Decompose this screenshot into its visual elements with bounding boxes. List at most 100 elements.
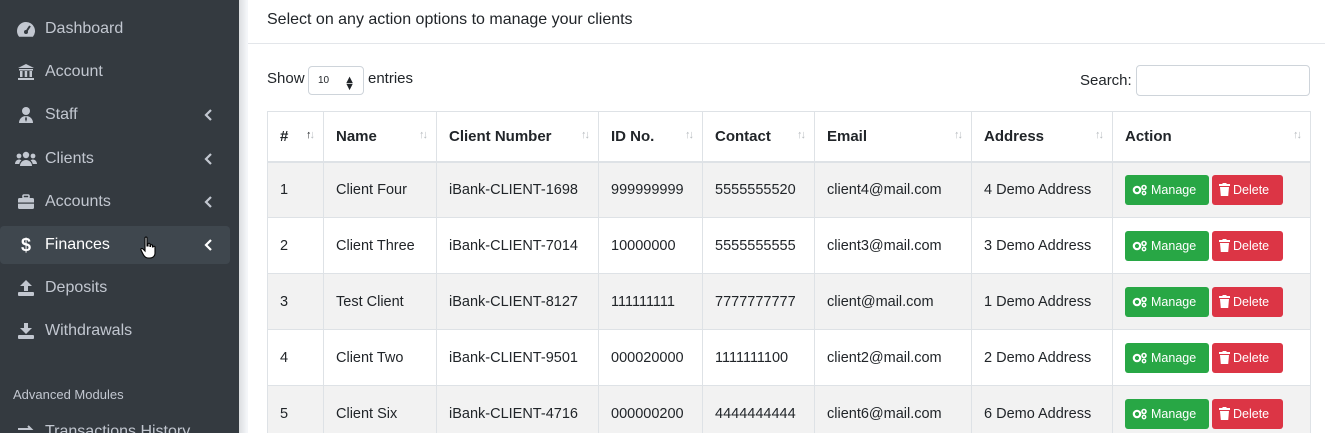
manage-button-label: Manage <box>1151 406 1197 421</box>
entries-label: entries <box>368 70 414 87</box>
sort-icon: ↑↓ <box>797 129 806 141</box>
column-header-label: Name <box>336 127 377 145</box>
chevron-left-icon <box>204 239 216 251</box>
sidebar-item-staff[interactable]: Staff <box>0 96 230 134</box>
cell-number: 3 <box>267 273 324 330</box>
sidebar-item-withdrawals[interactable]: Withdrawals <box>0 312 230 350</box>
cell-number: 1 <box>267 161 324 218</box>
column-header-action[interactable]: Action ↑↓ <box>1112 111 1311 163</box>
sidebar-item-dashboard[interactable]: Dashboard <box>0 10 230 48</box>
column-header-number[interactable]: # ↑↓ <box>267 111 324 163</box>
search-input[interactable] <box>1136 65 1310 96</box>
cell-address: 4 Demo Address <box>971 161 1113 218</box>
column-header-label: Address <box>984 127 1045 145</box>
trash-icon <box>1219 183 1230 197</box>
show-label: Show <box>267 70 305 87</box>
cell-id-no: 999999999 <box>598 161 703 218</box>
column-header-id-no[interactable]: ID No. ↑↓ <box>598 111 703 163</box>
cell-email: client6@mail.com <box>814 385 972 433</box>
chevron-left-icon <box>204 109 216 121</box>
table-row: 5 Client Six iBank-CLIENT-4716 000000200… <box>267 385 1311 433</box>
trash-icon <box>1219 351 1230 364</box>
sidebar-item-transactions-history[interactable]: Transactions History <box>15 422 190 433</box>
cell-action: Manage Delete <box>1112 385 1311 433</box>
download-icon <box>15 322 37 340</box>
delete-button[interactable]: Delete <box>1212 286 1283 317</box>
cell-number: 5 <box>267 385 324 433</box>
sidebar-item-accounts[interactable]: Accounts <box>0 183 230 221</box>
manage-button[interactable]: Manage <box>1125 286 1209 317</box>
column-header-client-number[interactable]: Client Number ↑↓ <box>436 111 599 163</box>
manage-button-label: Manage <box>1151 238 1197 253</box>
manage-button[interactable]: Manage <box>1125 342 1209 373</box>
cell-name: Test Client <box>323 273 437 330</box>
cell-contact: 1111111100 <box>702 329 815 386</box>
chevron-left-icon <box>204 196 216 208</box>
users-icon <box>15 150 37 168</box>
cogs-icon <box>1132 184 1147 196</box>
user-tie-icon <box>15 106 37 124</box>
cell-client-number: iBank-CLIENT-1698 <box>436 161 599 218</box>
sort-icon: ↑↓ <box>419 129 428 141</box>
delete-button[interactable]: Delete <box>1212 174 1283 205</box>
table-row: 4 Client Two iBank-CLIENT-9501 000020000… <box>267 329 1311 386</box>
card-title: Select on any action options to manage y… <box>267 11 633 28</box>
column-header-label: ID No. <box>611 127 655 145</box>
sidebar: Dashboard Account Staff Clients Accounts… <box>0 0 239 433</box>
manage-button[interactable]: Manage <box>1125 398 1209 429</box>
exchange-icon <box>15 423 37 433</box>
cell-contact: 5555555555 <box>702 217 815 274</box>
chevron-left-icon <box>204 153 216 165</box>
sidebar-item-label: Withdrawals <box>45 322 133 339</box>
cell-name: Client Three <box>323 217 437 274</box>
sidebar-section-header: Advanced Modules <box>13 387 124 402</box>
delete-button-label: Delete <box>1233 406 1270 421</box>
sidebar-item-clients[interactable]: Clients <box>0 140 230 178</box>
dashboard-icon <box>15 20 37 38</box>
entries-length-select[interactable]: 10 ▲︎ ▼︎ <box>308 66 364 95</box>
cogs-icon <box>1132 408 1147 419</box>
column-header-email[interactable]: Email ↑↓ <box>814 111 972 163</box>
sidebar-item-deposits[interactable]: Deposits <box>0 269 230 307</box>
delete-button[interactable]: Delete <box>1212 398 1283 429</box>
cell-client-number: iBank-CLIENT-8127 <box>436 273 599 330</box>
hand-cursor-icon <box>140 236 156 259</box>
manage-button[interactable]: Manage <box>1125 230 1209 261</box>
cell-address: 3 Demo Address <box>971 217 1113 274</box>
search-label: Search: <box>1080 72 1132 89</box>
entries-length-value: 10 <box>318 75 330 86</box>
sidebar-item-label: Staff <box>45 106 78 123</box>
trash-icon <box>1219 407 1230 420</box>
trash-icon <box>1219 239 1230 252</box>
cell-id-no: 000020000 <box>598 329 703 386</box>
table-row: 2 Client Three iBank-CLIENT-7014 1000000… <box>267 217 1311 274</box>
sidebar-item-finances[interactable]: $ Finances <box>0 226 230 264</box>
column-header-name[interactable]: Name ↑↓ <box>323 111 437 163</box>
cogs-icon <box>1132 296 1147 307</box>
sort-icon: ↑↓ <box>1095 129 1104 141</box>
dollar-icon: $ <box>20 234 31 255</box>
cogs-icon <box>1132 352 1147 363</box>
sidebar-item-label: Deposits <box>45 279 108 296</box>
table-row: 1 Client Four iBank-CLIENT-1698 99999999… <box>267 161 1311 218</box>
column-header-address[interactable]: Address ↑↓ <box>971 111 1113 163</box>
cell-name: Client Two <box>323 329 437 386</box>
sidebar-item-account[interactable]: Account <box>0 53 230 91</box>
sidebar-item-label: Clients <box>45 150 94 167</box>
sidebar-shadow <box>239 0 247 433</box>
sidebar-item-label: Dashboard <box>45 20 124 37</box>
delete-button[interactable]: Delete <box>1212 230 1283 261</box>
briefcase-icon <box>15 193 37 211</box>
delete-button-label: Delete <box>1233 182 1270 197</box>
manage-button-label: Manage <box>1151 294 1197 309</box>
delete-button[interactable]: Delete <box>1212 342 1283 373</box>
table-header-row: # ↑↓ Name ↑↓ Client Number ↑↓ ID No. ↑↓ Cont… <box>267 111 1311 163</box>
table-row: 3 Test Client iBank-CLIENT-8127 11111111… <box>267 273 1311 330</box>
manage-button[interactable]: Manage <box>1125 174 1209 205</box>
cell-address: 2 Demo Address <box>971 329 1113 386</box>
sort-asc-icon: ↑↓ <box>306 129 315 141</box>
sidebar-item-label: Finances <box>45 236 110 253</box>
column-header-contact[interactable]: Contact ↑↓ <box>702 111 815 163</box>
column-header-label: Action <box>1125 127 1172 145</box>
cell-client-number: iBank-CLIENT-4716 <box>436 385 599 433</box>
